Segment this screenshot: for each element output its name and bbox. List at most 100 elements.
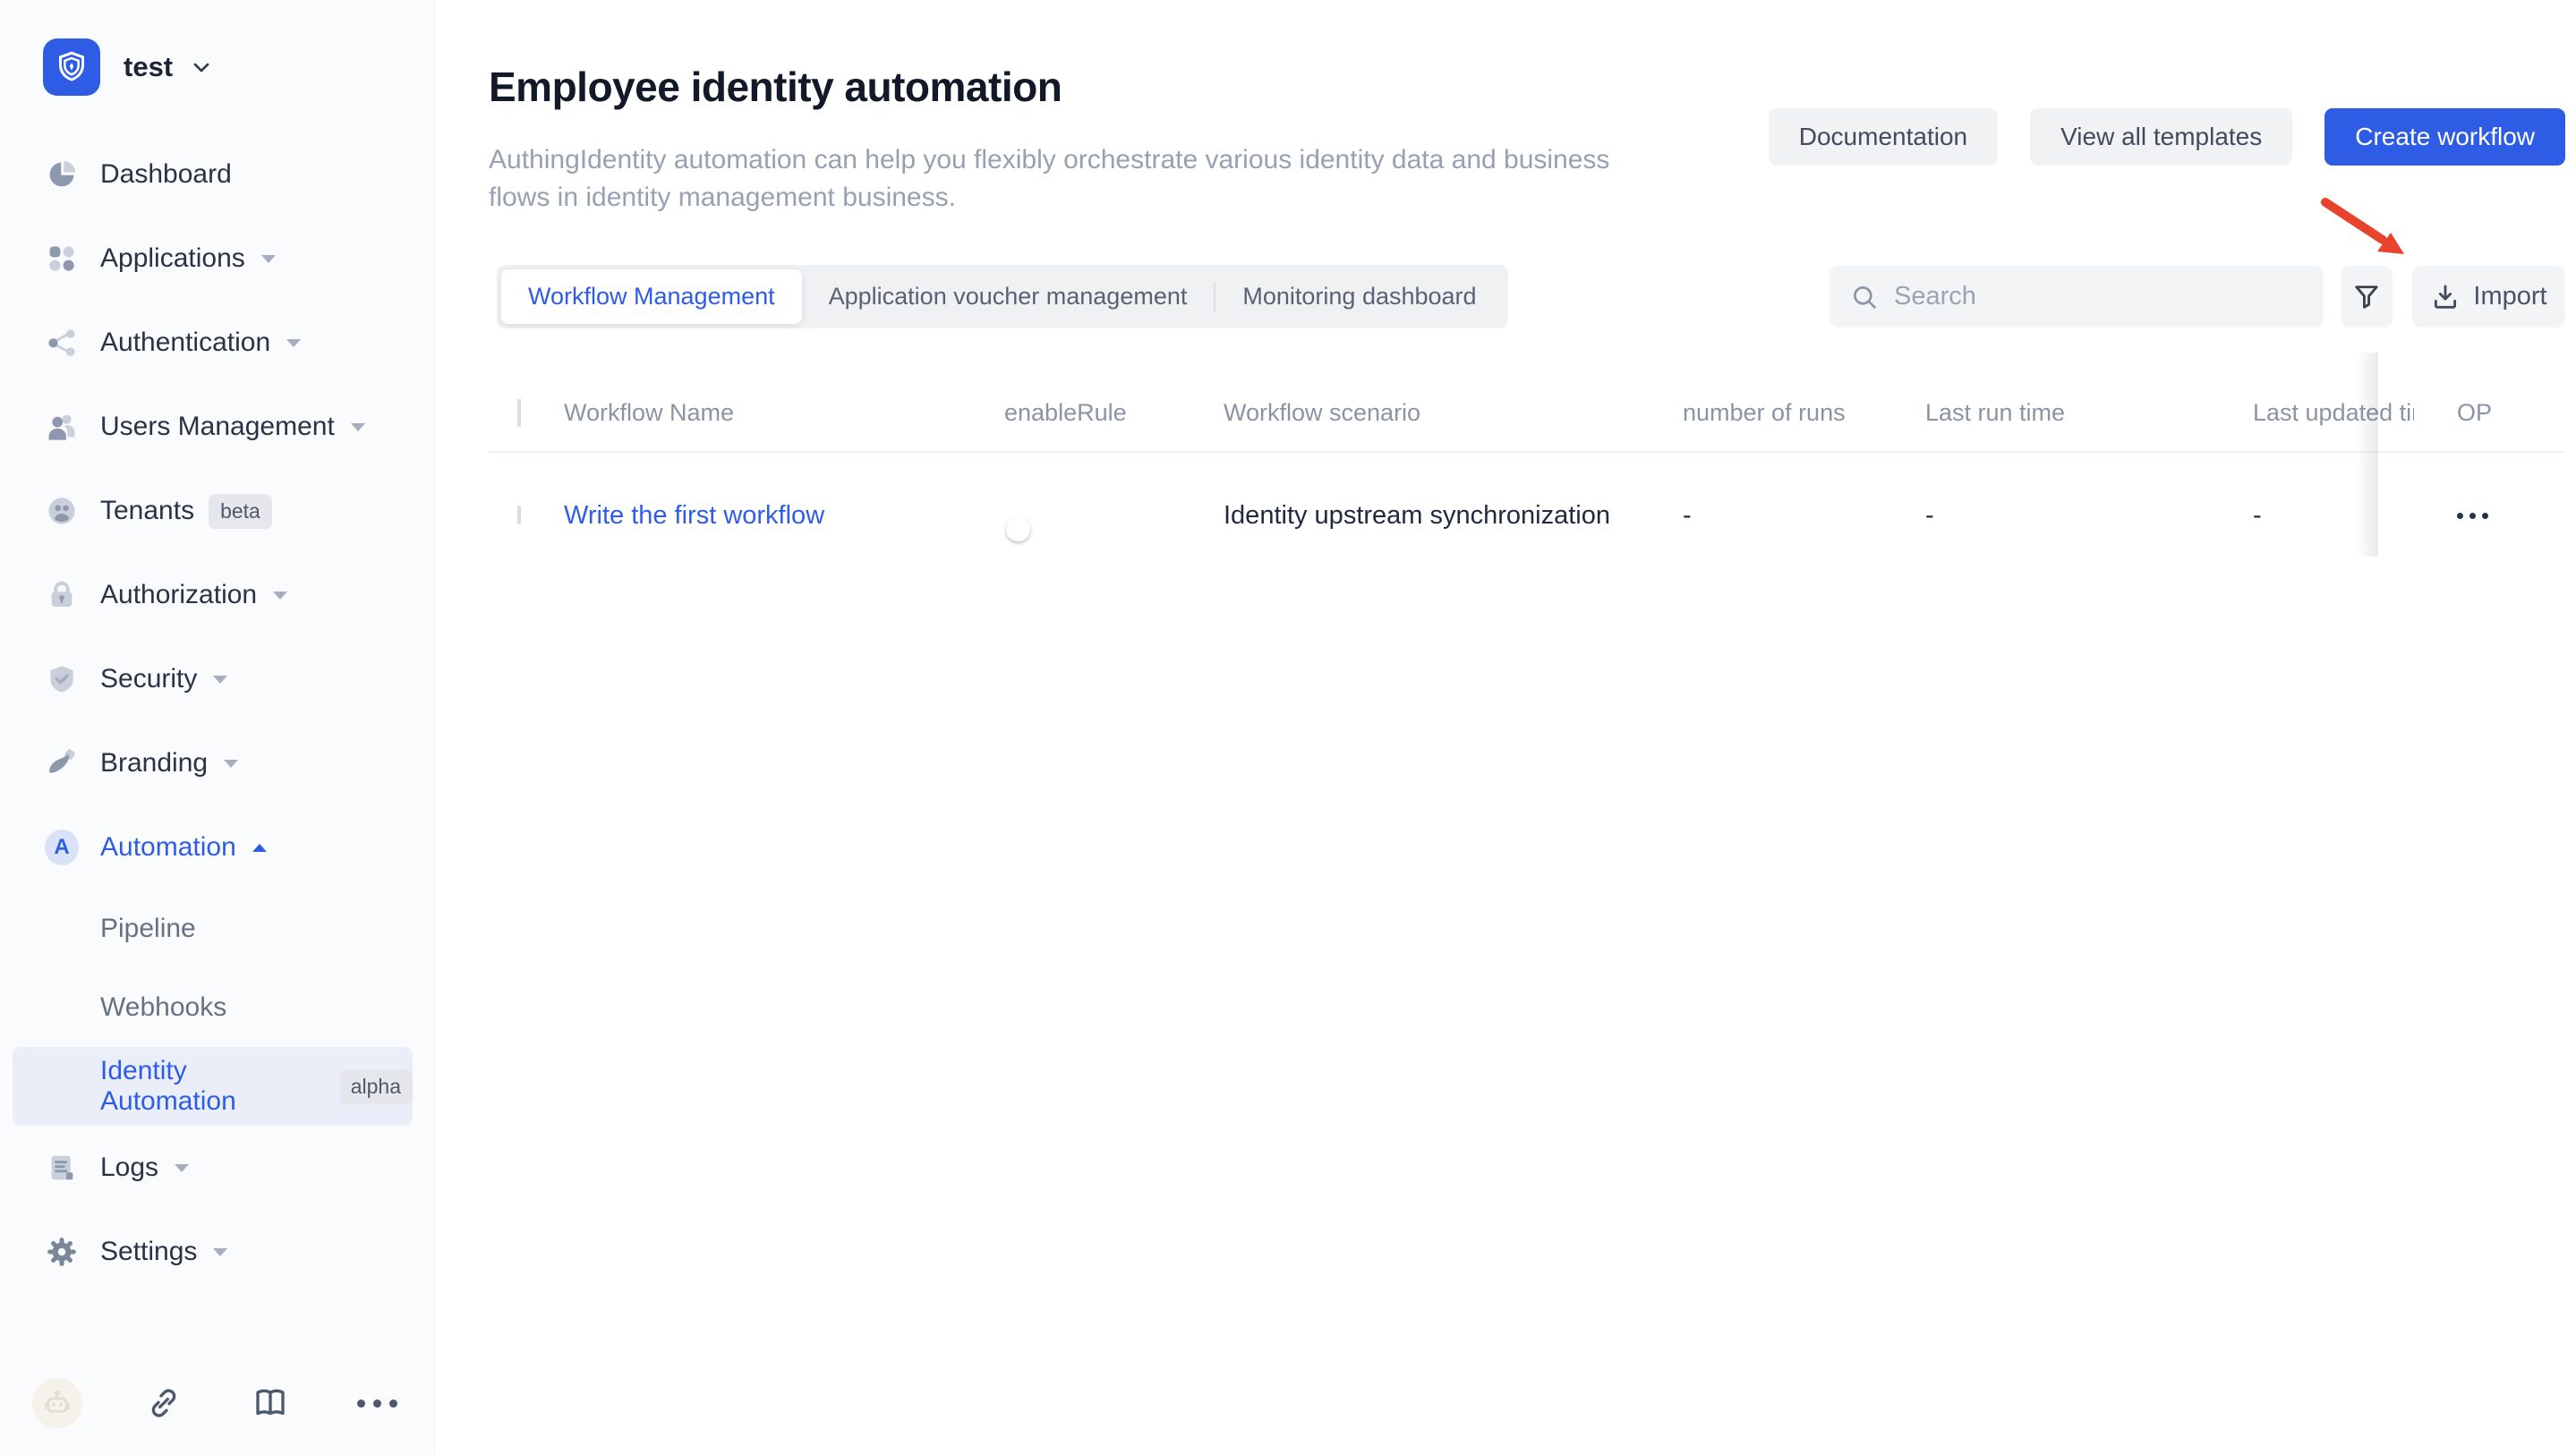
sidebar-item-authorization[interactable]: Authorization <box>0 553 434 637</box>
workspace-switcher[interactable]: test <box>0 0 434 96</box>
search-icon <box>1849 282 1880 312</box>
tenants-icon <box>45 494 79 528</box>
sidebar-item-settings[interactable]: Settings <box>0 1210 434 1294</box>
row-actions-ellipsis-button[interactable] <box>2457 498 2565 533</box>
workflow-table: Workflow Name enableRule Workflow scenar… <box>489 374 2565 578</box>
sidebar-item-label: Authentication <box>100 328 270 358</box>
share-nodes-icon <box>45 326 79 360</box>
page-description: AuthingIdentity automation can help you … <box>489 141 1634 217</box>
sidebar-item-label: Identity Automation <box>100 1056 325 1117</box>
import-button[interactable]: Import <box>2412 266 2565 328</box>
sidebar-item-tenants[interactable]: Tenants beta <box>0 469 434 553</box>
last-updated-time-value: - <box>2253 501 2414 531</box>
last-run-time-value: - <box>1925 501 2253 531</box>
column-header-workflow-scenario: Workflow scenario <box>1224 399 1683 427</box>
dashboard-pie-icon <box>45 157 79 191</box>
tab-monitoring-dashboard[interactable]: Monitoring dashboard <box>1215 269 1503 324</box>
sidebar-item-security[interactable]: Security <box>0 637 434 721</box>
sidebar-item-label: Logs <box>100 1153 158 1183</box>
header-actions: Documentation View all templates Create … <box>1769 108 2565 166</box>
sidebar-item-authentication[interactable]: Authentication <box>0 301 434 385</box>
shield-check-icon <box>45 662 79 696</box>
sidebar-item-users-management[interactable]: Users Management <box>0 385 434 469</box>
main-content: Employee identity automation AuthingIden… <box>435 0 2576 1455</box>
alpha-badge: alpha <box>339 1069 413 1104</box>
shield-icon <box>54 49 90 85</box>
sidebar-item-label: Users Management <box>100 412 335 442</box>
sidebar-item-label: Automation <box>100 832 236 863</box>
table-row: Write the first workflow Identity upstre… <box>489 453 2565 578</box>
robot-assistant-button[interactable] <box>32 1378 82 1428</box>
tab-workflow-management[interactable]: Workflow Management <box>501 269 802 324</box>
select-all-checkbox[interactable] <box>517 399 521 427</box>
chevron-down-icon <box>273 591 287 600</box>
paintbrush-icon <box>45 746 79 780</box>
robot-icon <box>39 1385 75 1421</box>
column-header-number-of-runs: number of runs <box>1683 399 1925 427</box>
sidebar-subitem-pipeline[interactable]: Pipeline <box>0 889 434 968</box>
workflow-name-link[interactable]: Write the first workflow <box>564 501 824 530</box>
chevron-down-icon <box>189 55 214 80</box>
sidebar-item-label: Tenants <box>100 496 194 526</box>
sidebar-item-automation[interactable]: A Automation <box>0 805 434 889</box>
search-input[interactable] <box>1894 282 2279 311</box>
lock-icon <box>45 578 79 612</box>
sidebar-item-label: Branding <box>100 748 208 779</box>
table-header-row: Workflow Name enableRule Workflow scenar… <box>489 374 2565 453</box>
sidebar-item-label: Dashboard <box>100 159 232 190</box>
sidebar-item-label: Settings <box>100 1237 197 1267</box>
users-icon <box>45 410 79 444</box>
book-icon <box>252 1384 289 1422</box>
applications-grid-icon <box>45 242 79 276</box>
sidebar-subitem-identity-automation[interactable]: Identity Automation alpha <box>13 1047 413 1126</box>
create-workflow-button[interactable]: Create workflow <box>2324 108 2565 166</box>
sidebar-footer <box>0 1378 434 1428</box>
documentation-button[interactable]: Documentation <box>1769 108 1998 166</box>
view-all-templates-button[interactable]: View all templates <box>2030 108 2292 166</box>
chevron-down-icon <box>286 339 301 347</box>
column-header-workflow-name: Workflow Name <box>564 399 1004 427</box>
automation-a-icon: A <box>45 830 79 864</box>
column-header-last-run-time: Last run time <box>1925 399 2253 427</box>
more-menu-button[interactable] <box>352 1378 402 1428</box>
tab-bar: Workflow Management Application voucher … <box>497 265 1508 328</box>
sidebar-item-label: Webhooks <box>100 992 226 1023</box>
sidebar-item-label: Authorization <box>100 580 257 610</box>
documentation-book-button[interactable] <box>245 1378 295 1428</box>
sidebar: test Dashboard Applications Authenticati… <box>0 0 435 1455</box>
sidebar-subitem-webhooks[interactable]: Webhooks <box>0 968 434 1047</box>
workflow-scenario-value: Identity upstream synchronization <box>1224 501 1683 531</box>
chevron-down-icon <box>213 676 227 684</box>
logs-document-icon <box>45 1151 79 1185</box>
link-icon <box>145 1384 183 1422</box>
sidebar-item-label: Pipeline <box>100 914 196 944</box>
chevron-down-icon <box>261 255 276 263</box>
column-header-enable-rule: enableRule <box>1004 399 1224 427</box>
beta-badge: beta <box>209 494 272 529</box>
chevron-down-icon <box>351 423 365 431</box>
chevron-down-icon <box>175 1164 189 1172</box>
filter-button[interactable] <box>2341 266 2393 328</box>
toggle-knob <box>1006 517 1030 541</box>
sidebar-item-dashboard[interactable]: Dashboard <box>0 132 434 217</box>
import-download-icon <box>2430 282 2461 312</box>
import-label: Import <box>2473 282 2546 311</box>
column-header-last-updated-time: Last updated time <box>2253 399 2414 427</box>
search-box <box>1830 266 2324 328</box>
sidebar-item-applications[interactable]: Applications <box>0 217 434 301</box>
tab-application-voucher-management[interactable]: Application voucher management <box>802 269 1215 324</box>
copy-link-button[interactable] <box>139 1378 189 1428</box>
chevron-down-icon <box>213 1248 227 1256</box>
chevron-down-icon <box>224 760 238 768</box>
number-of-runs-value: - <box>1683 501 1925 531</box>
sidebar-item-label: Security <box>100 664 197 694</box>
row-checkbox[interactable] <box>517 506 521 524</box>
chevron-up-icon <box>252 844 267 852</box>
workspace-logo <box>43 38 100 96</box>
sidebar-item-logs[interactable]: Logs <box>0 1126 434 1210</box>
more-ellipsis-icon <box>357 1400 397 1408</box>
gear-icon <box>45 1235 79 1269</box>
sidebar-item-label: Applications <box>100 243 245 274</box>
sidebar-item-branding[interactable]: Branding <box>0 721 434 805</box>
sidebar-nav: Dashboard Applications Authentication Us… <box>0 132 434 1294</box>
